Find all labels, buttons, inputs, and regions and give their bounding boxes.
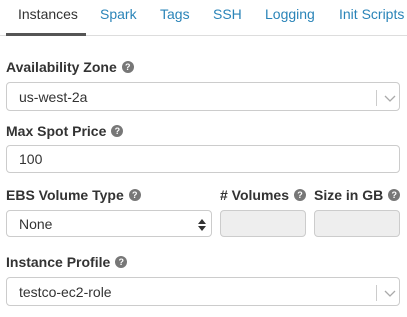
tab-ssh[interactable]: SSH (213, 6, 242, 22)
ebs-volume-type-label: EBS Volume Type ? (6, 187, 141, 203)
num-volumes-label-text: # Volumes (220, 187, 289, 203)
max-spot-price-input[interactable] (6, 145, 400, 173)
size-in-gb-input (314, 210, 400, 237)
instance-profile-label: Instance Profile ? (6, 254, 128, 270)
ebs-volume-type-value: None (19, 215, 53, 232)
help-icon[interactable]: ? (294, 189, 306, 201)
active-tab-indicator (6, 33, 86, 36)
availability-zone-value: us-west-2a (19, 88, 88, 105)
tab-tags[interactable]: Tags (160, 6, 190, 22)
instance-profile-value: testco-ec2-role (19, 283, 112, 300)
help-icon[interactable]: ? (388, 189, 401, 201)
help-icon[interactable]: ? (111, 125, 124, 137)
chevron-down-icon (384, 95, 396, 102)
availability-zone-label: Availability Zone ? (6, 59, 134, 75)
availability-zone-select[interactable]: us-west-2a (6, 82, 400, 111)
tab-logging[interactable]: Logging (265, 6, 315, 22)
tab-spark[interactable]: Spark (100, 6, 137, 22)
help-icon[interactable]: ? (115, 256, 128, 268)
select-divider (376, 285, 377, 301)
ebs-volume-type-select[interactable]: None (6, 210, 212, 237)
instance-profile-select[interactable]: testco-ec2-role (6, 277, 400, 306)
availability-zone-label-text: Availability Zone (6, 59, 117, 75)
size-in-gb-label-text: Size in GB (314, 187, 384, 203)
up-down-arrows-icon (198, 219, 206, 231)
num-volumes-input (220, 210, 306, 237)
tab-bar: Instances Spark Tags SSH Logging Init Sc… (0, 0, 407, 36)
tab-instances[interactable]: Instances (18, 6, 78, 22)
instance-profile-label-text: Instance Profile (6, 254, 111, 270)
help-icon[interactable]: ? (121, 61, 134, 73)
num-volumes-label: # Volumes ? (220, 187, 306, 203)
max-spot-price-label: Max Spot Price ? (6, 123, 124, 139)
chevron-down-icon (384, 290, 396, 297)
help-icon[interactable]: ? (128, 189, 141, 201)
size-in-gb-label: Size in GB ? (314, 187, 401, 203)
tab-init-scripts[interactable]: Init Scripts (339, 6, 404, 22)
select-divider (376, 90, 377, 106)
ebs-volume-type-label-text: EBS Volume Type (6, 187, 124, 203)
max-spot-price-label-text: Max Spot Price (6, 123, 107, 139)
